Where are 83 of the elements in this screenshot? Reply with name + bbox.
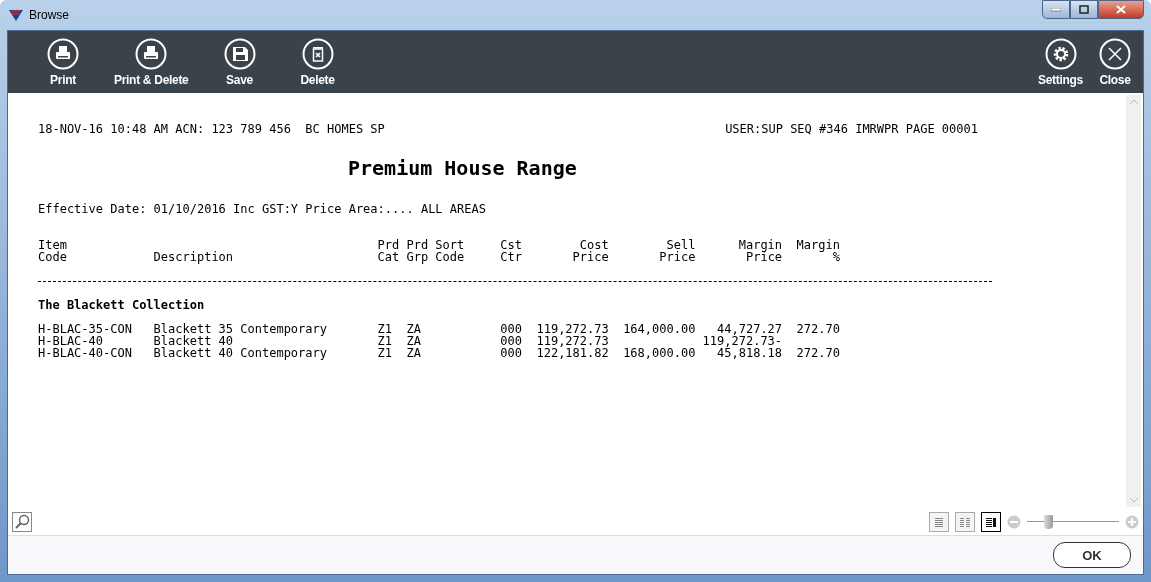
report-header: USER:SUP SEQ #346 IMRWPR PAGE 00001 xyxy=(725,123,978,135)
column-header: Price xyxy=(659,250,696,264)
column-header: % xyxy=(832,250,840,264)
settings-button[interactable]: Settings xyxy=(1034,37,1087,87)
single-page-view-button[interactable] xyxy=(929,512,949,532)
margin-percent: 272.70 xyxy=(796,322,840,336)
cost-centre: 000 xyxy=(500,334,523,348)
close-icon xyxy=(1116,5,1126,14)
column-header: Prd xyxy=(377,238,400,252)
print-button[interactable]: Print & Delete xyxy=(106,37,197,87)
lines-icon xyxy=(932,515,946,529)
search-button[interactable] xyxy=(12,512,32,532)
column-header: Margin xyxy=(738,238,783,252)
maximize-icon xyxy=(1079,5,1089,14)
minus-icon xyxy=(1007,515,1021,529)
maximize-button[interactable] xyxy=(1070,0,1098,19)
product-group: ZA xyxy=(406,346,421,360)
product-category: Z1 xyxy=(377,334,392,348)
minimize-button[interactable] xyxy=(1042,0,1070,19)
column-header: Ctr xyxy=(500,250,523,264)
cost-centre: 000 xyxy=(500,346,523,360)
report-subtitle: Effective Date: 01/10/2016 Inc GST:Y Price Area:.... ALL AREAS xyxy=(38,203,487,215)
product-category: Z1 xyxy=(377,346,392,360)
window-title: Browse xyxy=(29,8,69,22)
group-heading: The Blackett Collection xyxy=(38,299,206,311)
description: Blackett 35 Contemporary xyxy=(153,322,327,336)
cost-price: 119,272.73 xyxy=(536,322,609,336)
column-header: Cost xyxy=(579,238,609,252)
printer-icon xyxy=(135,37,168,70)
margin-percent: 272.70 xyxy=(796,346,840,360)
item-code: H-BLAC-40-CON xyxy=(38,346,132,360)
product-group: ZA xyxy=(406,322,421,336)
close-button[interactable]: Close xyxy=(1095,37,1135,87)
close-icon xyxy=(1099,37,1131,70)
minimize-icon xyxy=(1051,7,1061,12)
margin-price: 119,272.73- xyxy=(702,334,783,348)
product-group: ZA xyxy=(406,334,421,348)
product-category: Z1 xyxy=(377,322,392,336)
save-button[interactable]: Save xyxy=(204,37,275,87)
sell-price: 168,000.00 xyxy=(623,346,696,360)
column-header: Margin xyxy=(796,238,840,252)
two-page-view-button[interactable] xyxy=(955,512,975,532)
scroll-up-icon[interactable] xyxy=(1129,99,1138,105)
detail-view-button[interactable] xyxy=(981,512,1001,532)
column-header: Description xyxy=(153,250,234,264)
settings-icon xyxy=(1044,37,1077,70)
app-logo-icon xyxy=(9,9,23,21)
report-title: Premium House Range xyxy=(348,157,578,179)
scrollbar[interactable] xyxy=(1126,95,1141,507)
item-code: H-BLAC-35-CON xyxy=(38,322,132,336)
report-header: 18-NOV-16 10:48 AM ACN: 123 789 456 BC HOMES SP xyxy=(38,123,385,135)
description: Blackett 40 xyxy=(153,334,234,348)
column-header: Item xyxy=(38,238,67,252)
description: Blackett 40 Contemporary xyxy=(153,346,327,360)
cost-centre: 000 xyxy=(500,322,523,336)
item-code: H-BLAC-40 xyxy=(38,334,104,348)
search-icon xyxy=(14,514,30,530)
sell-price: 164,000.00 xyxy=(623,322,696,336)
plus-icon xyxy=(1125,515,1139,529)
cost-price: 122,181.82 xyxy=(536,346,609,360)
close-button[interactable] xyxy=(1098,0,1144,19)
print-button[interactable]: Print xyxy=(28,37,98,87)
trash-icon xyxy=(301,37,334,70)
cost-price: 119,272.73 xyxy=(536,334,609,348)
slider-thumb[interactable] xyxy=(1044,515,1054,529)
column-header: Cst xyxy=(500,238,523,252)
column-header: Prd xyxy=(406,238,429,252)
ok-button[interactable]: OK xyxy=(1053,542,1131,568)
column-header: Cat xyxy=(377,250,400,264)
column-header: Code xyxy=(38,250,67,264)
columns-icon xyxy=(958,515,972,529)
printer-icon xyxy=(47,37,79,70)
column-header: Sort xyxy=(435,238,465,252)
column-header: Price xyxy=(572,250,609,264)
scroll-down-icon[interactable] xyxy=(1129,497,1138,503)
delete-button[interactable]: Delete xyxy=(282,37,353,87)
column-header: Code xyxy=(435,250,465,264)
floppy-disk-icon xyxy=(223,37,256,70)
column-header: Sell xyxy=(666,238,696,252)
margin-price: 44,727.27 xyxy=(717,322,783,336)
column-header: Grp xyxy=(406,250,429,264)
layout-icon xyxy=(984,515,998,529)
margin-price: 45,818.18 xyxy=(717,346,783,360)
